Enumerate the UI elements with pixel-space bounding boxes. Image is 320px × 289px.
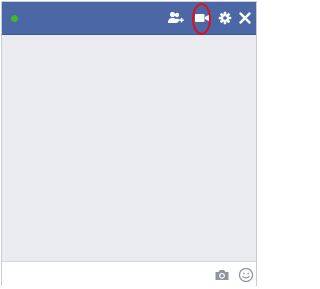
close-icon[interactable] [238, 11, 254, 25]
message-input[interactable] [8, 266, 204, 284]
video-call-icon[interactable] [194, 11, 210, 25]
chat-window [1, 1, 257, 287]
online-status-dot [11, 15, 18, 22]
message-composer [2, 261, 256, 287]
message-area[interactable] [2, 35, 256, 261]
settings-icon[interactable] [217, 11, 233, 25]
emoji-icon[interactable] [238, 267, 254, 283]
add-friend-icon[interactable] [168, 11, 184, 25]
chat-titlebar[interactable] [2, 2, 256, 35]
camera-icon[interactable] [214, 267, 230, 283]
